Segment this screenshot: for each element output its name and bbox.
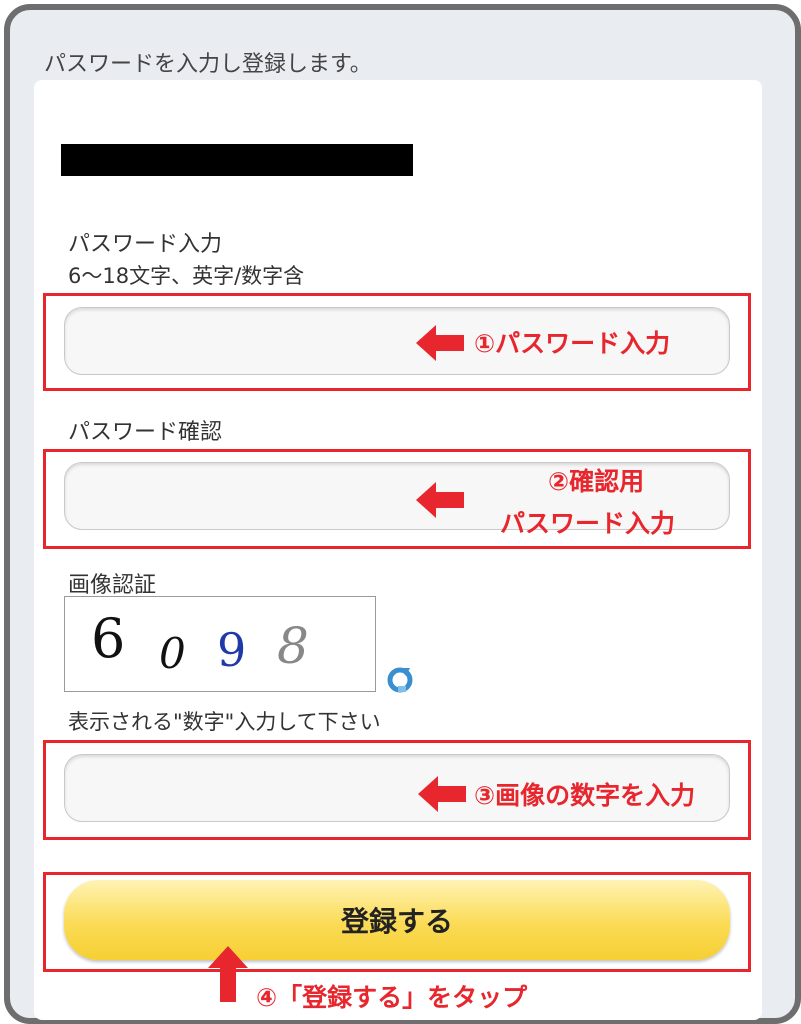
arrow-left-icon <box>416 482 464 518</box>
page-header: パスワードを入力し登録します。 <box>44 52 372 77</box>
captcha-digit: 8 <box>277 617 309 675</box>
refresh-icon[interactable] <box>386 666 414 694</box>
arrow-left-icon <box>416 325 464 361</box>
password-hint: 6～18文字、英字/数字含 <box>68 264 305 288</box>
redacted-block <box>61 144 413 176</box>
password-annotation: ①パスワード入力 <box>474 329 671 358</box>
confirm-label: パスワード確認 <box>68 420 223 445</box>
captcha-annotation: ③画像の数字を入力 <box>474 781 696 810</box>
captcha-hint: 表示される"数字"入力して下さい <box>68 710 381 734</box>
register-button[interactable]: 登録する <box>64 880 730 960</box>
submit-annotation: ④「登録する」をタップ <box>256 983 528 1012</box>
form-card <box>34 80 762 1020</box>
captcha-label: 画像認証 <box>68 573 157 598</box>
confirm-annotation-line1: ②確認用 <box>548 467 645 496</box>
arrow-up-icon <box>208 946 248 1002</box>
captcha-image: 6 0 9 8 <box>64 596 376 692</box>
captcha-digit: 9 <box>217 623 247 677</box>
captcha-digit: 0 <box>159 629 186 678</box>
captcha-digit: 6 <box>91 607 126 670</box>
confirm-annotation-line2: パスワード入力 <box>500 509 676 538</box>
password-label: パスワード入力 <box>68 232 223 257</box>
arrow-left-icon <box>418 776 466 812</box>
